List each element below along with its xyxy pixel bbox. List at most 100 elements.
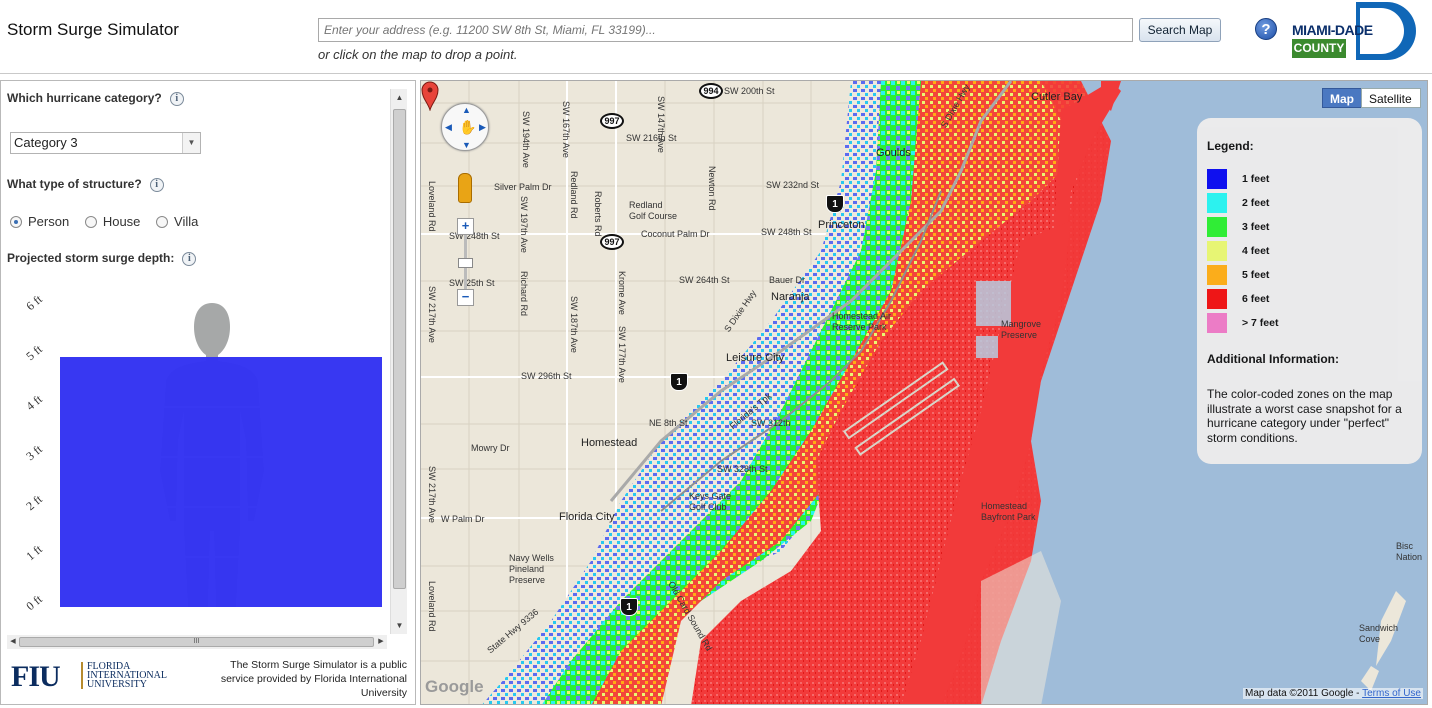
fiu-logo: FIU <box>11 660 61 693</box>
radio-house[interactable]: House <box>84 214 140 229</box>
pan-control[interactable]: ▲ ▼ ◀ ▶ ✋ <box>441 103 489 151</box>
map-label-newton: Newton Rd <box>707 166 717 211</box>
address-search-input[interactable] <box>318 18 1133 42</box>
logo-text-miami-dade: MIAMI-DADE <box>1292 22 1373 38</box>
map-label-redland-rd: Redland Rd <box>569 171 579 219</box>
location-marker-icon[interactable] <box>421 81 439 111</box>
map-label-sw194: SW 194th Ave <box>521 111 531 168</box>
panel-scroll-area: Which hurricane category? i Category 3 ▼ … <box>1 81 391 636</box>
category-question-text: Which hurricane category? <box>7 91 162 105</box>
pegman-icon[interactable] <box>458 173 472 203</box>
depth-tick-label: 2 ft <box>23 492 45 514</box>
map-label-sw248: SW 248th St <box>761 227 812 237</box>
chevron-down-icon[interactable]: ▼ <box>182 133 200 153</box>
map-label-sw197: SW 197th Ave <box>519 196 529 253</box>
scroll-down-icon[interactable]: ▼ <box>391 617 408 634</box>
map-label-redland: Redland Golf Course <box>629 200 678 221</box>
info-icon[interactable]: i <box>169 91 184 106</box>
map-label-sw232: SW 232nd St <box>766 180 820 190</box>
pan-up-icon[interactable]: ▲ <box>462 105 471 115</box>
legend-swatch <box>1207 169 1227 189</box>
structure-radio-group: Person House Villa <box>10 214 210 229</box>
map-label-loveland2: Loveland Rd <box>427 581 437 632</box>
attribution-text: Map data ©2011 Google - <box>1245 688 1363 699</box>
radio-person[interactable]: Person <box>10 214 69 229</box>
terms-of-use-link[interactable]: Terms of Use <box>1362 688 1421 699</box>
route-shield-icon: 994 <box>699 83 723 99</box>
zoom-slider-knob[interactable] <box>458 258 473 268</box>
route-shield-icon: 997 <box>600 113 624 129</box>
map-label-mangrove: Mangrove Preserve <box>1001 319 1042 340</box>
radio-dot[interactable] <box>156 216 169 228</box>
zoom-out-icon[interactable]: − <box>457 289 474 306</box>
map-label-roberts: Roberts Rd <box>593 191 603 237</box>
us-highway-shield-icon: 1 <box>826 195 844 213</box>
zoom-control[interactable]: + − <box>457 218 474 306</box>
map-canvas[interactable]: SW 200th St SW 216th St SW 232nd St Silv… <box>420 80 1428 705</box>
route-shield-icon: 997 <box>600 234 624 250</box>
hand-icon[interactable]: ✋ <box>459 119 476 136</box>
legend-label: 4 feet <box>1242 245 1270 257</box>
map-label-coconut: Coconut Palm Dr <box>641 229 710 239</box>
map-label-sw264: SW 264th St <box>679 275 730 285</box>
legend-label: 3 feet <box>1242 221 1270 233</box>
scroll-right-icon[interactable]: ▶ <box>375 635 387 649</box>
us-highway-shield-icon: 1 <box>670 373 688 391</box>
legend-label: 5 feet <box>1242 269 1270 281</box>
scroll-up-icon[interactable]: ▲ <box>391 89 408 106</box>
map-label-leisure-city: Leisure City <box>726 352 785 364</box>
legend-swatch <box>1207 289 1227 309</box>
map-label-homestead: Homestead <box>581 437 638 449</box>
horizontal-scrollbar[interactable]: ◀ III ▶ <box>7 635 387 649</box>
map-label-bauer: Bauer Dr <box>769 275 806 285</box>
scrollbar-thumb[interactable] <box>393 109 406 589</box>
map-type-map-button[interactable]: Map <box>1322 88 1362 108</box>
pan-right-icon[interactable]: ▶ <box>479 122 486 133</box>
map-label-loveland: Loveland Rd <box>427 181 437 232</box>
structure-question-text: What type of structure? <box>7 177 142 191</box>
help-icon[interactable]: ? <box>1255 18 1277 40</box>
depth-tick-label: 3 ft <box>23 442 45 464</box>
map-label-sw187: SW 187th Ave <box>569 296 579 353</box>
miami-dade-logo: MIAMI-DADE COUNTY <box>1290 2 1418 60</box>
search-map-button[interactable]: Search Map <box>1139 18 1221 42</box>
map-label-sw217b: SW 217th Ave <box>427 466 437 523</box>
credit-text: The Storm Surge Simulator is a public se… <box>220 659 407 699</box>
map-label-naranja: Naranja <box>771 291 810 303</box>
map-label-sw296: SW 296th St <box>521 371 572 381</box>
map-label-sw147: SW 147th Ave <box>656 96 666 153</box>
depth-question: Projected storm surge depth: i <box>7 251 197 266</box>
scroll-left-icon[interactable]: ◀ <box>7 635 19 649</box>
map-label-bayfront: Homestead Bayfront Park <box>981 501 1036 522</box>
depth-gauge: 0 ft 1 ft 2 ft 3 ft 4 ft 5 ft 6 ft <box>23 292 386 621</box>
fiu-name: FLORIDA INTERNATIONAL UNIVERSITY <box>81 662 167 690</box>
radio-dot[interactable] <box>84 216 97 228</box>
category-question: Which hurricane category? i <box>7 91 184 106</box>
pan-down-icon[interactable]: ▼ <box>462 140 471 150</box>
map-label-sw217: SW 217th Ave <box>427 286 437 343</box>
info-icon[interactable]: i <box>149 177 164 192</box>
legend-label: 2 feet <box>1242 197 1270 209</box>
logo-text-county: COUNTY <box>1292 39 1346 58</box>
map-label-goulds: Goulds <box>876 147 911 159</box>
legend-swatch <box>1207 217 1227 237</box>
scrollbar-thumb[interactable]: III <box>19 637 374 647</box>
radio-dot[interactable] <box>10 216 22 228</box>
pan-left-icon[interactable]: ◀ <box>445 122 452 133</box>
zoom-in-icon[interactable]: + <box>457 218 474 235</box>
radio-label-person: Person <box>28 214 70 229</box>
info-icon[interactable]: i <box>182 251 197 266</box>
water-level <box>60 357 382 607</box>
radio-villa[interactable]: Villa <box>156 214 198 229</box>
vertical-scrollbar[interactable]: ▲ ▼ <box>390 89 407 634</box>
depth-tick-label: 5 ft <box>23 342 45 364</box>
legend-swatch <box>1207 193 1227 213</box>
depth-question-text: Projected storm surge depth: <box>7 251 175 265</box>
category-select[interactable]: Category 3 ▼ <box>10 132 201 154</box>
map-label-wpalm: W Palm Dr <box>441 514 485 524</box>
us-highway-shield-icon: 1 <box>620 598 638 616</box>
map-type-satellite-button[interactable]: Satellite <box>1361 88 1421 108</box>
legend-swatch <box>1207 265 1227 285</box>
map-attribution: Map data ©2011 Google - Terms of Use <box>1243 688 1423 699</box>
map-label-navy-wells: Navy Wells Pineland Preserve <box>509 553 554 585</box>
